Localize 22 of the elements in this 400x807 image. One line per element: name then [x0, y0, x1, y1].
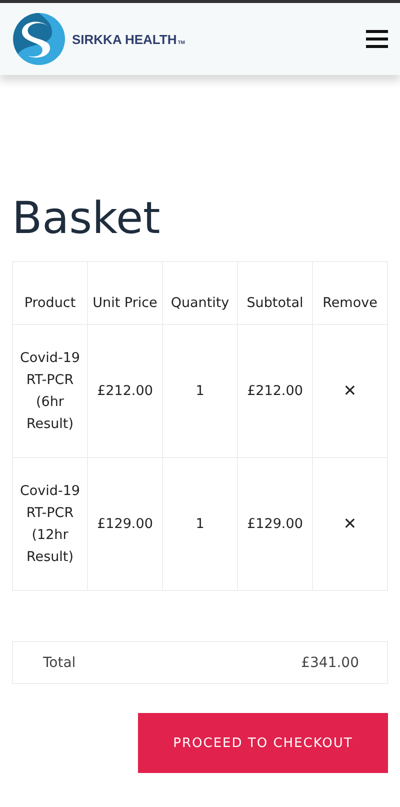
brand-name: SIRKKA HEALTH [72, 32, 177, 46]
table-cell: £212.00 [238, 324, 312, 458]
column-header: Product [12, 262, 88, 324]
table-cell: 1 [162, 458, 238, 590]
logo-icon [12, 12, 66, 66]
total-label: Total [43, 654, 76, 670]
table-cell: £212.00 [88, 324, 162, 458]
remove-button[interactable]: ✕ [343, 514, 357, 532]
checkout-button[interactable]: PROCEED TO CHECKOUT [138, 713, 388, 773]
column-header: Remove [312, 262, 388, 324]
column-header: Subtotal [238, 262, 312, 324]
menu-icon[interactable] [366, 29, 388, 49]
table-cell: Covid-19 RT-PCR (6hr Result) [12, 324, 88, 458]
remove-button[interactable]: ✕ [343, 380, 357, 400]
column-header: Quantity [162, 262, 238, 324]
total-value: £341.00 [301, 654, 359, 670]
table-cell: £129.00 [88, 458, 162, 590]
page-title: Basket [12, 193, 162, 245]
table-cell: 1 [162, 324, 238, 458]
column-header: Unit Price [88, 262, 162, 324]
table-cell: £129.00 [238, 458, 312, 590]
table-cell: Covid-19 RT-PCR (12hr Result) [12, 458, 88, 590]
